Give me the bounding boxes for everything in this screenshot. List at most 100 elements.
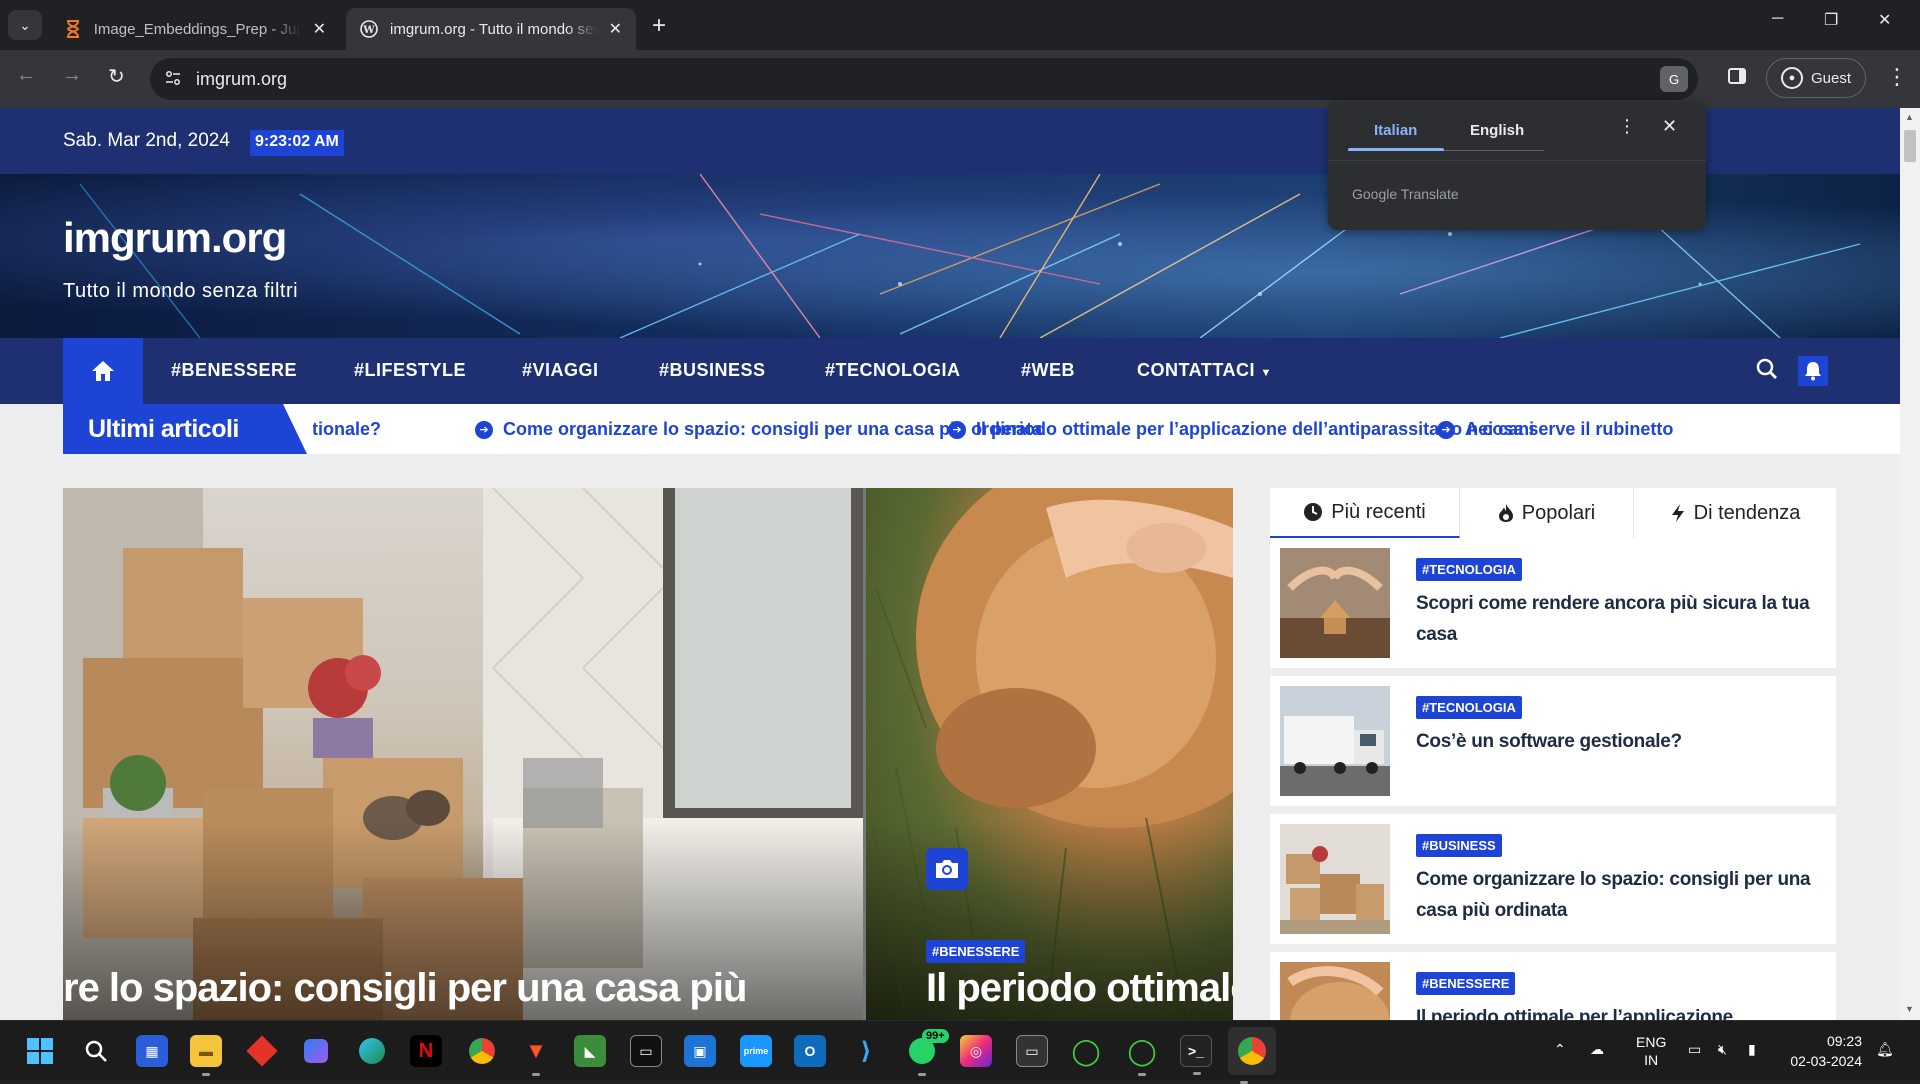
nav-business[interactable]: #BUSINESS xyxy=(659,360,766,381)
forward-icon[interactable]: → xyxy=(62,64,82,87)
nav-benessere[interactable]: #BENESSERE xyxy=(171,360,297,381)
network-icon[interactable]: ▭ xyxy=(1688,1041,1701,1058)
close-icon[interactable]: ✕ xyxy=(1662,116,1677,137)
chrome-active-icon[interactable] xyxy=(1228,1027,1276,1084)
ticker-item[interactable]: ➔ A cosa serve il rubinetto xyxy=(1437,419,1673,440)
netflix-icon[interactable]: N xyxy=(410,1035,442,1067)
new-tab-button[interactable]: + xyxy=(652,12,666,40)
circle-app-icon[interactable]: ◯ xyxy=(1070,1035,1102,1067)
slide-title[interactable]: Il periodo ottimale per xyxy=(926,966,1233,1011)
minimize-icon[interactable]: ─ xyxy=(1772,10,1783,28)
battery-icon[interactable]: ▮ xyxy=(1748,1041,1756,1058)
close-tab-icon[interactable]: ✕ xyxy=(609,19,622,39)
post-title[interactable]: Come organizzare lo spazio: consigli per… xyxy=(1416,864,1816,926)
tab-trending[interactable]: Di tendenza xyxy=(1634,488,1836,538)
lang-english-tab[interactable]: English xyxy=(1470,122,1524,139)
tab-imgrum[interactable]: W imgrum.org - Tutto il mondo senza filt… xyxy=(346,8,636,50)
featured-slide-moving-boxes[interactable]: re lo spazio: consigli per una casa più xyxy=(63,488,863,1020)
search-icon[interactable] xyxy=(1756,358,1778,385)
copilot-icon[interactable] xyxy=(300,1035,332,1067)
windows-start-icon[interactable] xyxy=(24,1035,56,1067)
clock-time: 09:23 xyxy=(1826,1033,1862,1049)
ticker-item[interactable]: ➔Cos’è un software gestionale? xyxy=(313,419,381,440)
nav-lifestyle[interactable]: #LIFESTYLE xyxy=(354,360,466,381)
sidebar-post[interactable]: #BUSINESS Come organizzare lo spazio: co… xyxy=(1270,814,1836,944)
tab-recent[interactable]: Più recenti xyxy=(1270,488,1460,538)
search-icon[interactable] xyxy=(80,1035,112,1067)
edge-icon[interactable] xyxy=(356,1035,388,1067)
tab-popular[interactable]: Popolari xyxy=(1460,488,1634,538)
slide-title[interactable]: re lo spazio: consigli per una casa più xyxy=(63,966,747,1011)
more-options-icon[interactable]: ⋮ xyxy=(1618,116,1636,137)
anydesk-icon[interactable] xyxy=(246,1035,278,1067)
caret-down-icon: ▼ xyxy=(1260,367,1272,379)
notification-bell-icon[interactable]: 🔔︎ xyxy=(1876,1041,1894,1058)
active-tab-indicator xyxy=(1348,148,1444,151)
profile-label: Guest xyxy=(1810,69,1852,87)
instagram-icon[interactable]: ◎ xyxy=(960,1035,992,1067)
chevron-up-icon[interactable]: ⌃ xyxy=(1554,1041,1566,1058)
featured-slider: re lo spazio: consigli per una casa più … xyxy=(63,488,1233,1020)
circle-app-2-icon[interactable]: ◯ xyxy=(1126,1035,1158,1076)
input-language[interactable]: ENG IN xyxy=(1636,1033,1666,1069)
category-badge[interactable]: #TECNOLOGIA xyxy=(1416,558,1522,581)
category-badge[interactable]: #BUSINESS xyxy=(1416,834,1502,857)
microsoft-store-icon[interactable]: ▦ xyxy=(136,1035,168,1067)
close-window-icon[interactable]: ✕ xyxy=(1878,10,1891,30)
chrome-icon[interactable] xyxy=(466,1035,498,1067)
post-title[interactable]: Cos’è un software gestionale? xyxy=(1416,726,1816,757)
vscode-icon[interactable]: ⟩ xyxy=(850,1035,882,1067)
address-bar[interactable]: imgrum.org G xyxy=(150,58,1698,100)
site-title[interactable]: imgrum.org xyxy=(63,214,287,262)
back-icon[interactable]: ← xyxy=(16,64,36,87)
sidebar-tabbed-posts: Più recenti Popolari Di tendenza #TECNOL… xyxy=(1270,488,1836,1020)
google-translate-label: Google Translate xyxy=(1352,186,1459,202)
scroll-up-icon[interactable]: ▲ xyxy=(1905,112,1914,122)
profile-button[interactable]: ● Guest xyxy=(1766,58,1866,98)
tab-search-button[interactable]: ⌄ xyxy=(8,10,42,40)
scrollbar-thumb[interactable] xyxy=(1904,130,1916,162)
sidebar-post[interactable]: #TECNOLOGIA Scopri come rendere ancora p… xyxy=(1270,538,1836,668)
prime-video-icon[interactable]: prime xyxy=(740,1035,772,1067)
notification-bell-button[interactable] xyxy=(1798,356,1828,386)
page-scrollbar[interactable]: ▲ ▼ xyxy=(1900,108,1920,1020)
post-title[interactable]: Il periodo ottimale per l’applicazione xyxy=(1416,1002,1816,1020)
url-text[interactable]: imgrum.org xyxy=(196,69,287,90)
scroll-down-icon[interactable]: ▼ xyxy=(1905,1004,1914,1014)
brave-icon[interactable]: ▼ xyxy=(520,1035,552,1076)
nav-contattaci[interactable]: CONTATTACI ▼ xyxy=(1137,360,1272,381)
site-info-icon[interactable] xyxy=(164,69,184,89)
lang-italian-tab[interactable]: Italian xyxy=(1374,122,1417,139)
whatsapp-icon[interactable]: 99+ xyxy=(906,1029,949,1076)
window-app-icon[interactable]: ▭ xyxy=(1016,1035,1048,1067)
sidebar-post[interactable]: #TECNOLOGIA Cos’è un software gestionale… xyxy=(1270,676,1836,806)
translate-icon[interactable]: G xyxy=(1660,66,1688,92)
sidebar-post[interactable]: #BENESSERE Il periodo ottimale per l’app… xyxy=(1270,952,1836,1020)
close-tab-icon[interactable]: ✕ xyxy=(313,19,326,39)
side-panel-icon[interactable] xyxy=(1728,68,1746,84)
terminal-icon[interactable]: ▭ xyxy=(630,1035,662,1067)
post-title[interactable]: Scopri come rendere ancora più sicura la… xyxy=(1416,588,1816,650)
category-badge[interactable]: #BENESSERE xyxy=(1416,972,1516,995)
onedrive-cloud-icon[interactable]: ☁ xyxy=(1590,1041,1604,1058)
browser-menu-icon[interactable]: ⋮ xyxy=(1886,64,1908,90)
file-explorer-icon[interactable]: ▬ xyxy=(190,1035,222,1076)
nav-tecnologia[interactable]: #TECNOLOGIA xyxy=(825,360,961,381)
category-badge[interactable]: #BENESSERE xyxy=(926,940,1026,963)
restore-icon[interactable]: ❐ xyxy=(1824,10,1838,30)
outlook-icon[interactable]: O xyxy=(794,1035,826,1067)
featured-slide-dog[interactable]: #BENESSERE Il periodo ottimale per xyxy=(866,488,1233,1020)
system-clock[interactable]: 09:23 02-03-2024 xyxy=(1786,1031,1862,1071)
nav-web[interactable]: #WEB xyxy=(1021,360,1075,381)
tab-popular-label: Popolari xyxy=(1521,501,1596,524)
category-badge[interactable]: #TECNOLOGIA xyxy=(1416,696,1522,719)
nav-viaggi[interactable]: #VIAGGI xyxy=(522,360,599,381)
image-viewer-icon[interactable]: ◣ xyxy=(574,1035,606,1067)
home-button[interactable] xyxy=(63,338,143,404)
powershell-icon[interactable]: >_ xyxy=(1180,1035,1212,1075)
tab-jupyter[interactable]: Image_Embeddings_Prep - Jupyter ✕ xyxy=(50,8,340,50)
volume-muted-icon[interactable]: 🔇︎ xyxy=(1718,1041,1727,1058)
calendar-app-icon[interactable]: ▣ xyxy=(684,1035,716,1067)
reload-icon[interactable]: ↻ xyxy=(108,64,125,89)
home-icon xyxy=(92,361,114,381)
